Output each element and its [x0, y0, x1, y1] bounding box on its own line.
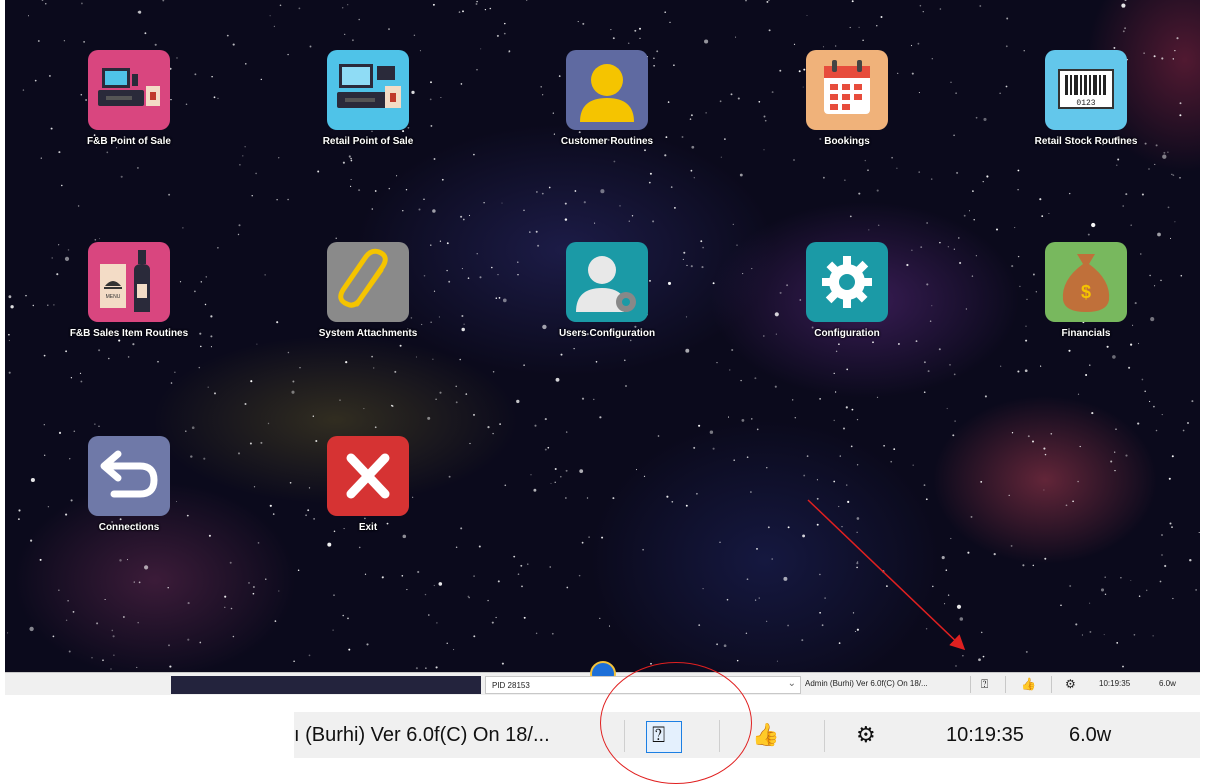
app-connections[interactable]: Connections — [49, 436, 209, 533]
app-exit[interactable]: Exit — [288, 436, 448, 533]
money-bag-icon: $ — [1045, 242, 1127, 322]
thumbs-up-icon[interactable]: 👍 — [1021, 676, 1036, 692]
status-bar: PID 28153 ⌄ Admin (Burhi) Ver 6.0f(C) On… — [5, 661, 1200, 695]
pid-dropdown[interactable]: PID 28153 ⌄ — [485, 676, 801, 694]
app-label: Retail Point of Sale — [322, 136, 414, 147]
app-customer-routines[interactable]: Customer Routines — [527, 50, 687, 147]
app-label: F&B Sales Item Routines — [69, 328, 189, 339]
retail-register-icon — [327, 50, 409, 130]
separator — [719, 720, 720, 752]
admin-info: ı (Burhi) Ver 6.0f(C) On 18/... — [294, 724, 550, 746]
separator — [1051, 676, 1052, 693]
settings-gear-icon[interactable]: ⚙ — [1065, 676, 1076, 692]
app-label: Financials — [1061, 328, 1111, 339]
barcode-icon: 0123 — [1045, 50, 1127, 130]
app-label: Customer Routines — [560, 136, 654, 147]
help-icon[interactable]: ⍰ — [652, 712, 665, 758]
version-text: 6.0w — [1159, 679, 1176, 688]
app-label: Bookings — [824, 136, 870, 147]
app-fnb-sales-item-routines[interactable]: MENU F&B Sales Item Routines — [49, 242, 209, 339]
app-financials[interactable]: $ Financials — [1006, 242, 1166, 339]
app-label: Connections — [98, 522, 160, 533]
version-text: 6.0w — [1069, 724, 1112, 746]
clock-time: 10:19:35 — [1099, 679, 1131, 688]
app-retail-stock-routines[interactable]: 0123 Retail Stock Routines — [1006, 50, 1166, 147]
app-label: Configuration — [814, 328, 880, 339]
calendar-icon — [806, 50, 888, 130]
app-bookings[interactable]: Bookings — [767, 50, 927, 147]
separator — [970, 676, 971, 693]
admin-info: Admin (Burhi) Ver 6.0f(C) On 18/... — [805, 679, 928, 688]
app-label: Retail Stock Routines — [1034, 136, 1138, 147]
app-system-attachments[interactable]: System Attachments — [288, 242, 448, 339]
svg-text:MENU: MENU — [106, 294, 121, 300]
app-label: F&B Point of Sale — [87, 136, 171, 147]
svg-text:$: $ — [1081, 282, 1091, 302]
app-label: Users Configuration — [558, 328, 656, 339]
paperclip-icon — [327, 242, 409, 322]
separator — [824, 720, 825, 752]
app-label: Exit — [358, 522, 378, 533]
user-icon — [566, 50, 648, 130]
desktop-background: F&B Point of Sale Retail Point of Sale C… — [5, 0, 1200, 672]
help-icon[interactable]: ⍰ — [981, 676, 988, 692]
separator — [1005, 676, 1006, 693]
settings-gear-icon[interactable]: ⚙ — [856, 712, 876, 758]
gear-icon — [806, 242, 888, 322]
svg-text:0123: 0123 — [1076, 99, 1095, 108]
pid-text: PID 28153 — [492, 681, 530, 690]
pos-register-icon — [88, 50, 170, 130]
app-label: System Attachments — [318, 328, 418, 339]
close-x-icon — [327, 436, 409, 516]
clock-time: 10:19:35 — [946, 724, 1024, 746]
app-retail-point-of-sale[interactable]: Retail Point of Sale — [288, 50, 448, 147]
app-users-configuration[interactable]: Users Configuration — [527, 242, 687, 339]
zoomed-status-strip: ı (Burhi) Ver 6.0f(C) On 18/... ⍰ 👍 ⚙ 10… — [294, 712, 1200, 758]
return-arrow-icon — [88, 436, 170, 516]
status-panel — [171, 676, 481, 694]
app-configuration[interactable]: Configuration — [767, 242, 927, 339]
separator — [624, 720, 625, 752]
user-gear-icon — [566, 242, 648, 322]
chevron-down-icon: ⌄ — [787, 678, 796, 689]
thumbs-up-icon[interactable]: 👍 — [752, 712, 779, 758]
menu-bottle-icon: MENU — [88, 242, 170, 322]
app-fnb-point-of-sale[interactable]: F&B Point of Sale — [49, 50, 209, 147]
